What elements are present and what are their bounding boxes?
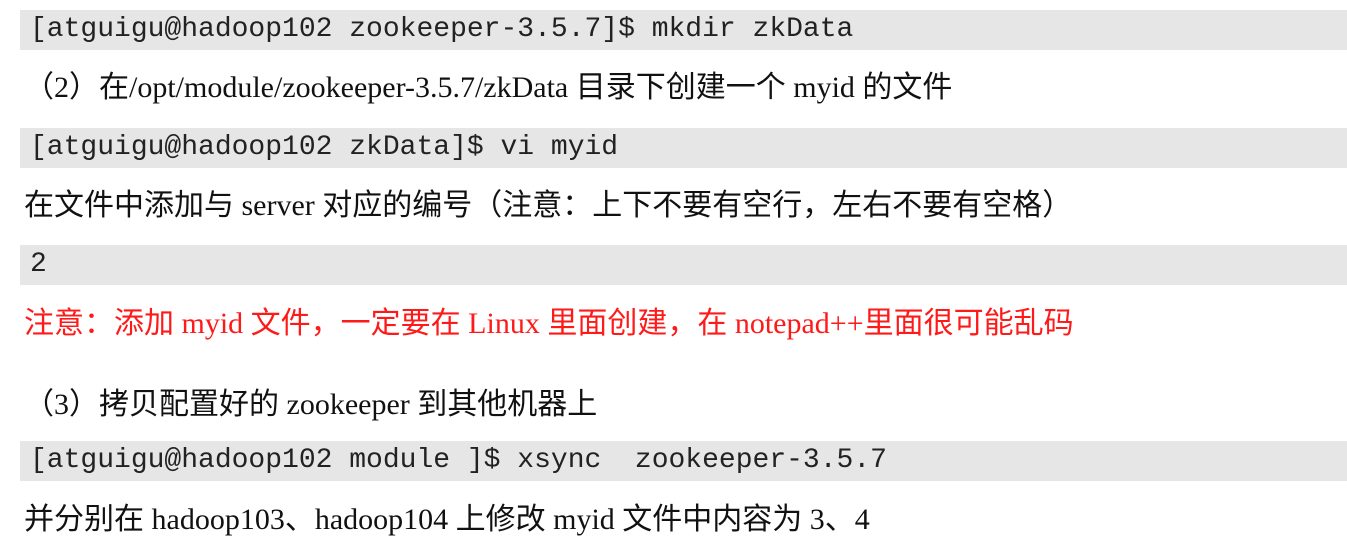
code-block-vi-myid: [atguigu@hadoop102 zkData]$ vi myid bbox=[20, 128, 1347, 168]
server-number-instruction: 在文件中添加与 server 对应的编号（注意：上下不要有空行，左右不要有空格） bbox=[24, 189, 1073, 222]
document-page: [atguigu@hadoop102 zookeeper-3.5.7]$ mkd… bbox=[0, 0, 1347, 542]
code-block-mkdir: [atguigu@hadoop102 zookeeper-3.5.7]$ mkd… bbox=[20, 10, 1347, 50]
step-3-instruction: （3）拷贝配置好的 zookeeper 到其他机器上 bbox=[24, 388, 598, 421]
step-2-instruction: （2）在/opt/module/zookeeper-3.5.7/zkData 目… bbox=[24, 71, 953, 104]
code-block-myid-value: 2 bbox=[20, 245, 1347, 285]
code-block-xsync: [atguigu@hadoop102 module ]$ xsync zooke… bbox=[20, 441, 1347, 481]
modify-myid-instruction: 并分别在 hadoop103、hadoop104 上修改 myid 文件中内容为… bbox=[24, 503, 870, 536]
warning-note: 注意：添加 myid 文件，一定要在 Linux 里面创建，在 notepad+… bbox=[24, 307, 1074, 340]
